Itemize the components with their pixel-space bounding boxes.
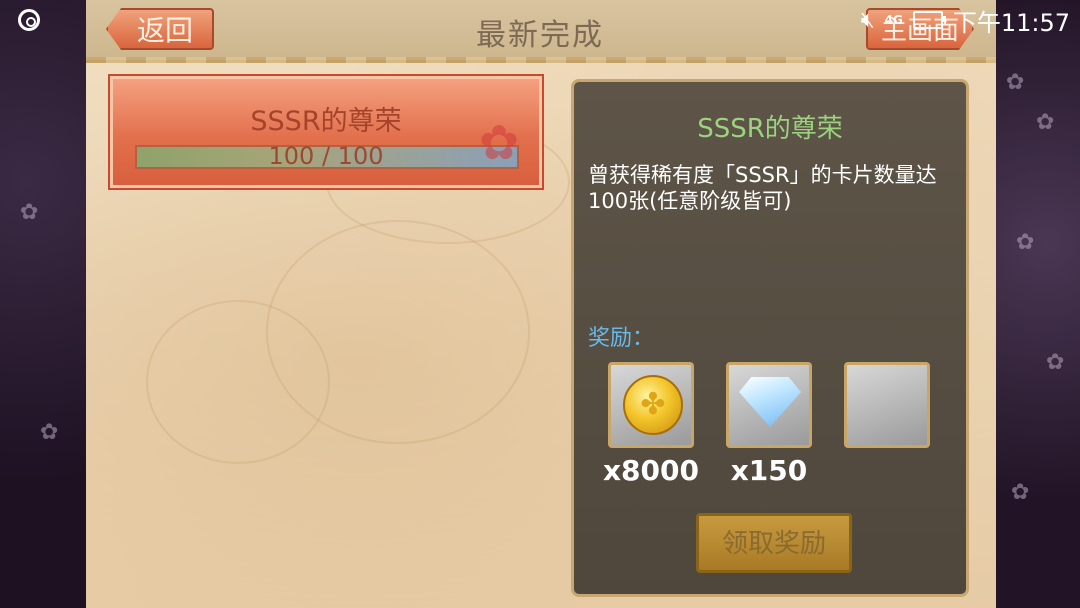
reward-slot-gold[interactable]: ✤ bbox=[608, 362, 694, 448]
flower-icon: ✿ bbox=[40, 420, 59, 445]
sakura-icon: ✿ bbox=[478, 115, 520, 171]
flower-icon: ✿ bbox=[1016, 230, 1035, 255]
reward-label: 奖励： bbox=[588, 326, 655, 351]
reward-quantity: x8000 bbox=[603, 454, 699, 487]
clock: 下午11:57 bbox=[952, 8, 1070, 37]
flower-icon: ✿ bbox=[20, 200, 39, 225]
achievement-card[interactable]: SSSR的尊荣 100 / 100 ✿ bbox=[110, 76, 542, 188]
left-background-strip: ✿ ✿ bbox=[0, 0, 86, 608]
flower-pattern bbox=[146, 300, 330, 464]
detail-description: 曾获得稀有度「SSSR」的卡片数量达100张(任意阶级皆可) bbox=[588, 163, 937, 213]
flower-icon: ✿ bbox=[1036, 110, 1055, 135]
reward-slot-diamond[interactable] bbox=[726, 362, 812, 448]
right-background-strip: ✿ ✿ ✿ ✿ ✿ bbox=[996, 0, 1080, 608]
reward-slot-empty bbox=[844, 362, 930, 448]
reward-quantity: x150 bbox=[730, 454, 808, 487]
detail-title: SSSR的尊荣 bbox=[697, 114, 843, 144]
battery-icon bbox=[912, 11, 946, 29]
flower-icon: ✿ bbox=[1011, 480, 1030, 505]
gold-coin-icon: ✤ bbox=[623, 375, 683, 435]
mute-icon: 🔇︎ bbox=[860, 7, 875, 33]
claim-reward-button[interactable]: 领取奖励 bbox=[696, 513, 852, 573]
status-bar: 🔇︎ 4G 下午11:57 bbox=[0, 0, 1080, 40]
diamond-icon bbox=[739, 377, 801, 427]
flower-icon: ✿ bbox=[1046, 350, 1065, 375]
flower-icon: ✿ bbox=[1006, 70, 1025, 95]
gear-icon[interactable] bbox=[18, 9, 40, 31]
achievement-detail-panel: SSSR的尊荣 曾获得稀有度「SSSR」的卡片数量达100张(任意阶级皆可) 奖… bbox=[571, 79, 969, 597]
top-bar-ornament bbox=[86, 57, 996, 63]
network-indicator: 4G bbox=[884, 13, 903, 27]
